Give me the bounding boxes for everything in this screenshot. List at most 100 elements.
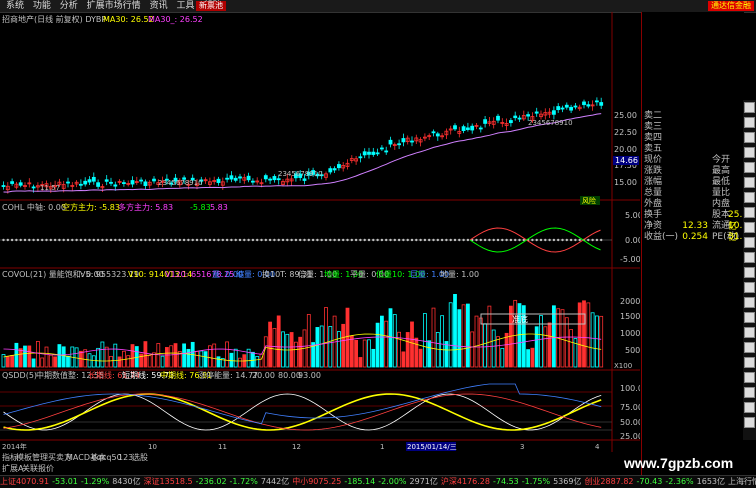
status-item[interactable]: -53.01 bbox=[52, 476, 78, 488]
toolbar-button[interactable] bbox=[744, 222, 755, 233]
status-item[interactable]: -74.53 bbox=[493, 476, 519, 488]
volume-bar bbox=[31, 358, 36, 368]
volume-bar bbox=[306, 314, 311, 368]
toolbar-button[interactable] bbox=[744, 387, 755, 398]
chart-area[interactable]: 招商地产(日线 前复权) DYBP MA30: 26.52 MA30_: 26.… bbox=[0, 12, 645, 475]
info-value: 0.254 bbox=[682, 232, 708, 242]
toolbar-button[interactable] bbox=[744, 357, 755, 368]
cohl-dot bbox=[251, 238, 255, 242]
status-item[interactable]: 上证4070.91 bbox=[0, 476, 49, 488]
candle-body bbox=[552, 110, 556, 115]
tab-123[interactable]: 123 bbox=[118, 453, 133, 463]
qsdd-indicator bbox=[0, 383, 612, 431]
candle-body bbox=[513, 115, 518, 119]
menu-extended-market[interactable]: 扩展市场行情 bbox=[87, 0, 141, 12]
tab-manage[interactable]: 管理 bbox=[32, 453, 48, 463]
volume-bar bbox=[564, 317, 569, 368]
axis-tick-15: 15.00 bbox=[614, 178, 637, 187]
status-item[interactable]: -1.75% bbox=[522, 476, 550, 488]
candle-body bbox=[508, 120, 513, 124]
toolbar-button[interactable] bbox=[744, 312, 755, 323]
status-item[interactable]: -1.72% bbox=[230, 476, 258, 488]
toolbar-button[interactable] bbox=[744, 192, 755, 203]
toolbar-button[interactable] bbox=[744, 372, 755, 383]
menu-news[interactable]: 资讯 bbox=[150, 0, 168, 12]
candle-body bbox=[534, 111, 539, 114]
toolbar-button[interactable] bbox=[744, 117, 755, 128]
cohl-dot bbox=[75, 238, 78, 242]
volume-bar bbox=[164, 347, 169, 368]
qsdd-tick-100: 100.0 bbox=[620, 384, 640, 393]
status-item[interactable]: 上海行情主站 bbox=[728, 476, 756, 488]
cohl-dot bbox=[221, 238, 224, 242]
volume-bar bbox=[362, 339, 367, 368]
menu-system[interactable]: 系统 bbox=[6, 0, 24, 12]
status-item[interactable]: 中小9075.25 bbox=[292, 476, 341, 488]
status-item[interactable]: 深证13518.5 bbox=[144, 476, 193, 488]
status-item[interactable]: -236.02 bbox=[196, 476, 227, 488]
toolbar-button[interactable] bbox=[744, 132, 755, 143]
status-item[interactable]: 5369亿 bbox=[553, 476, 581, 488]
status-item[interactable]: -2.36% bbox=[665, 476, 693, 488]
tab-cq[interactable]: cq bbox=[92, 453, 101, 463]
tab-template[interactable]: 模板 bbox=[16, 453, 32, 463]
toolbar-button[interactable] bbox=[744, 282, 755, 293]
kline-chart[interactable]: 招商地产(日线 前复权) DYBP MA30: 26.52 MA30_: 26.… bbox=[0, 12, 645, 475]
volume-bar bbox=[345, 307, 350, 368]
volume-bar bbox=[143, 341, 148, 368]
volume-bar bbox=[534, 326, 539, 368]
tab-stockpick[interactable]: 选股 bbox=[132, 453, 148, 463]
cohl-dot bbox=[32, 238, 35, 242]
toolbar-button[interactable] bbox=[744, 342, 755, 353]
status-item[interactable]: -2.00% bbox=[378, 476, 406, 488]
status-item[interactable]: 7442亿 bbox=[261, 476, 289, 488]
status-item[interactable]: 创业2887.82 bbox=[584, 476, 633, 488]
volume-bar bbox=[186, 348, 191, 368]
toolbar-button[interactable] bbox=[744, 252, 755, 263]
toolbar-button[interactable] bbox=[744, 297, 755, 308]
toolbar-button[interactable] bbox=[744, 417, 755, 428]
toolbar-button[interactable] bbox=[744, 237, 755, 248]
new-stock-pool-badge[interactable]: 新票池 bbox=[196, 1, 226, 11]
candle-body bbox=[216, 178, 221, 183]
status-item[interactable]: -70.43 bbox=[637, 476, 663, 488]
vol-tick-15000: 15000 bbox=[620, 312, 640, 321]
tab-related-quote[interactable]: 关联报价 bbox=[22, 464, 54, 474]
cohl-dot bbox=[445, 238, 448, 242]
candle-body bbox=[328, 168, 333, 173]
axis-tick-25: 25.00 bbox=[614, 111, 637, 120]
status-item[interactable]: -1.29% bbox=[81, 476, 109, 488]
toolbar-button[interactable] bbox=[744, 162, 755, 173]
status-item[interactable]: -185.14 bbox=[344, 476, 375, 488]
cohl-dot bbox=[28, 238, 31, 242]
menu-function[interactable]: 功能 bbox=[33, 0, 51, 12]
toolbar-button[interactable] bbox=[744, 147, 755, 158]
candle-body bbox=[246, 175, 251, 181]
toolbar-button[interactable] bbox=[744, 402, 755, 413]
cohl-dot bbox=[174, 238, 177, 242]
toolbar-button[interactable] bbox=[744, 177, 755, 188]
cohl-dot bbox=[406, 238, 409, 242]
cohl-dot bbox=[230, 238, 233, 242]
candle-body bbox=[109, 181, 113, 184]
volume-bar bbox=[263, 336, 268, 368]
toolbar-button[interactable] bbox=[744, 267, 755, 278]
cohl-tick-neg5: -5.00 bbox=[620, 255, 640, 264]
status-item[interactable]: 2971亿 bbox=[410, 476, 438, 488]
menu-analysis[interactable]: 分析 bbox=[60, 0, 78, 12]
cohl-dot bbox=[591, 238, 594, 242]
menu-tools[interactable]: 工具 bbox=[176, 0, 194, 12]
status-item[interactable]: 1653亿 bbox=[697, 476, 725, 488]
toolbar-button[interactable] bbox=[744, 102, 755, 113]
tab-extend-a[interactable]: 扩展A bbox=[2, 464, 23, 474]
cohl-dot bbox=[182, 238, 186, 242]
status-item[interactable]: 沪深4176.28 bbox=[441, 476, 490, 488]
broker-badge[interactable]: 通达信金融 bbox=[708, 1, 754, 11]
qsdd-zhang: 涨停能量: 14.77 bbox=[198, 370, 258, 380]
cohl-dot bbox=[501, 238, 504, 242]
candle-body bbox=[31, 186, 36, 189]
toolbar-button[interactable] bbox=[744, 207, 755, 218]
status-item[interactable]: 8430亿 bbox=[112, 476, 140, 488]
cohl-dot bbox=[286, 238, 289, 242]
toolbar-button[interactable] bbox=[744, 327, 755, 338]
